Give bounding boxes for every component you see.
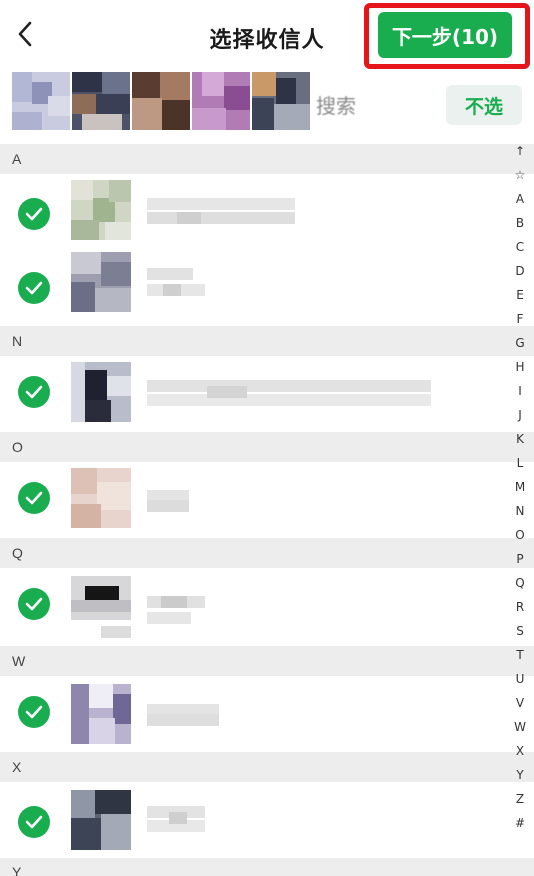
avatar	[71, 684, 131, 744]
avatar	[71, 252, 131, 312]
selected-avatar[interactable]	[192, 72, 250, 130]
avatar	[71, 790, 131, 850]
index-letter[interactable]: Y	[508, 768, 532, 782]
index-letter[interactable]: R	[508, 600, 532, 614]
contact-row[interactable]	[0, 358, 500, 430]
checkmark-icon[interactable]	[18, 198, 50, 230]
section-header: Q	[0, 538, 534, 568]
avatar	[71, 180, 131, 240]
selected-avatar[interactable]	[72, 72, 130, 130]
selected-recipients-bar: 搜索 不选	[0, 70, 534, 140]
checkmark-icon[interactable]	[18, 806, 50, 838]
checkmark-icon[interactable]	[18, 482, 50, 514]
selected-avatar[interactable]	[12, 72, 70, 130]
index-letter[interactable]: N	[508, 504, 532, 518]
selected-avatar[interactable]	[132, 72, 190, 130]
index-letter[interactable]: H	[508, 360, 532, 374]
section-header: N	[0, 326, 534, 356]
index-letter[interactable]: W	[508, 720, 532, 734]
section-header: O	[0, 432, 534, 462]
index-letter[interactable]: A	[508, 192, 532, 206]
checkmark-icon[interactable]	[18, 376, 50, 408]
section-header: Y	[0, 858, 534, 876]
section-header: X	[0, 752, 534, 782]
section-header: A	[0, 144, 534, 174]
section-header: W	[0, 646, 534, 676]
index-letter[interactable]: F	[508, 312, 532, 326]
index-letter[interactable]: J	[508, 408, 532, 422]
contact-row[interactable]	[0, 176, 500, 246]
search-input[interactable]: 搜索	[316, 90, 356, 119]
avatar	[71, 576, 131, 642]
contact-row[interactable]	[0, 678, 500, 750]
contact-row[interactable]	[0, 570, 500, 642]
index-letter[interactable]: #	[508, 816, 532, 830]
avatar	[71, 362, 131, 422]
index-letter[interactable]: E	[508, 288, 532, 302]
contact-row[interactable]	[0, 784, 500, 856]
index-letter[interactable]: ☆	[508, 168, 532, 182]
index-letter[interactable]: Z	[508, 792, 532, 806]
index-letter[interactable]: X	[508, 744, 532, 758]
index-letter[interactable]: P	[508, 552, 532, 566]
index-letter[interactable]: L	[508, 456, 532, 470]
next-step-button[interactable]: 下一步(10)	[378, 12, 512, 58]
top-bar: 选择收信人 下一步(10)	[0, 0, 534, 70]
checkmark-icon[interactable]	[18, 696, 50, 728]
index-letter[interactable]: Q	[508, 576, 532, 590]
index-letter[interactable]: T	[508, 648, 532, 662]
contact-row[interactable]	[0, 464, 500, 536]
index-letter[interactable]: B	[508, 216, 532, 230]
index-letter[interactable]: I	[508, 384, 532, 398]
index-letter[interactable]: D	[508, 264, 532, 278]
index-letter[interactable]: G	[508, 336, 532, 350]
checkmark-icon[interactable]	[18, 588, 50, 620]
contact-row[interactable]	[0, 248, 500, 324]
deselect-button[interactable]: 不选	[446, 85, 522, 125]
index-letter[interactable]: S	[508, 624, 532, 638]
index-letter[interactable]: K	[508, 432, 532, 446]
index-letter[interactable]: U	[508, 672, 532, 686]
index-letter[interactable]: ↑	[508, 144, 532, 158]
index-letter[interactable]: C	[508, 240, 532, 254]
index-letter[interactable]: M	[508, 480, 532, 494]
index-letter[interactable]: V	[508, 696, 532, 710]
selected-avatar[interactable]	[252, 72, 310, 130]
index-letter[interactable]: O	[508, 528, 532, 542]
checkmark-icon[interactable]	[18, 272, 50, 304]
avatar	[71, 468, 131, 528]
